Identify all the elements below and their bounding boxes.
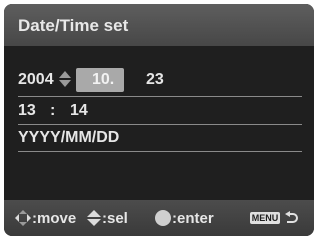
move-hint: :move <box>32 210 77 227</box>
up-down-arrow-icon <box>87 210 101 226</box>
divider <box>18 96 302 97</box>
minute-field[interactable]: 14 <box>70 102 88 120</box>
page-title: Date/Time set <box>18 16 129 35</box>
hour-field[interactable]: 13 <box>18 102 36 120</box>
divider <box>18 151 302 152</box>
title-bar: Date/Time set <box>4 4 314 46</box>
center-button-icon <box>155 210 171 226</box>
menu-button-badge[interactable]: MENU <box>250 212 280 224</box>
four-way-arrow-icon <box>15 210 31 226</box>
enter-hint: :enter <box>172 210 214 227</box>
year-field[interactable]: 2004 <box>18 71 54 89</box>
day-field[interactable]: 23 <box>146 71 164 89</box>
camera-screen: Date/Time set 2004 10. 23 13 : 14 YYYY/M… <box>4 4 314 236</box>
up-down-arrow-icon[interactable] <box>58 70 72 88</box>
select-hint: :sel <box>102 210 128 227</box>
back-arrow-icon <box>285 211 298 223</box>
time-separator: : <box>50 102 56 119</box>
date-format-field[interactable]: YYYY/MM/DD <box>18 129 119 147</box>
divider <box>18 124 302 125</box>
month-field[interactable]: 10. <box>92 71 114 89</box>
